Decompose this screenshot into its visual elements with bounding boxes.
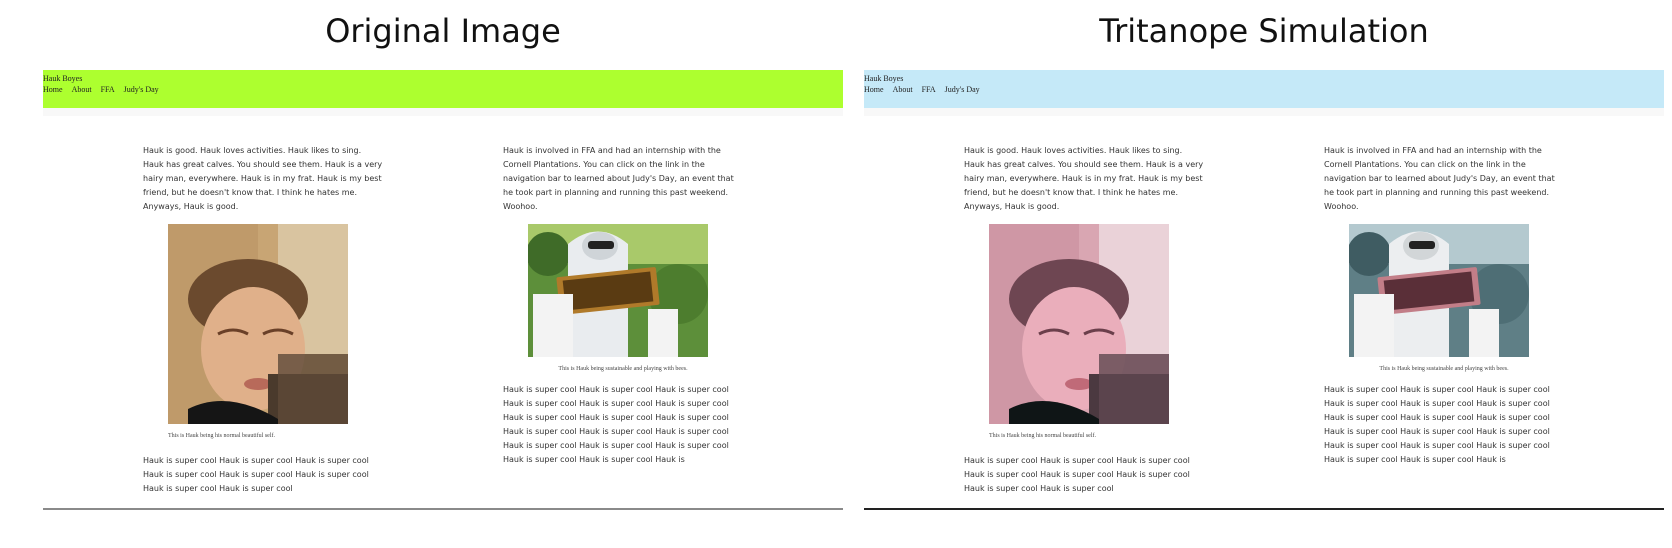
tritanope-panel: Hauk Boyes Home About FFA Judy's Day Hauk i… (864, 70, 1664, 510)
left-column: Hauk is good. Hauk loves activities. Hau… (964, 144, 1204, 496)
site-header: Hauk Boyes Home About FFA Judy's Day (43, 70, 843, 108)
site-brand[interactable]: Hauk Boyes (43, 73, 843, 84)
original-image-heading: Original Image (325, 12, 561, 50)
nav-home-link[interactable]: Home (864, 85, 884, 94)
nav-judys-day-link[interactable]: Judy's Day (945, 85, 980, 94)
nav-ffa-link[interactable]: FFA (101, 85, 115, 94)
header-band (864, 108, 1664, 116)
intro-text: Hauk is good. Hauk loves activities. Hau… (143, 146, 383, 211)
portrait-photo (168, 224, 383, 429)
nav-about-link[interactable]: About (72, 85, 92, 94)
portrait-image (989, 224, 1169, 424)
right-column: Hauk is involved in FFA and had an inter… (503, 144, 743, 467)
intro-text: Hauk is good. Hauk loves activities. Hau… (964, 146, 1204, 211)
beekeeping-caption: This is Hauk being sustainable and playi… (558, 366, 688, 372)
beekeeping-image (1347, 224, 1529, 357)
beekeeping-photo (1347, 224, 1564, 362)
portrait-photo (989, 224, 1204, 429)
portrait-caption: This is Hauk being his normal beautiful … (168, 433, 275, 439)
left-column: Hauk is good. Hauk loves activities. Hau… (143, 144, 383, 496)
more-text: Hauk is super cool Hauk is super cool Ha… (143, 456, 369, 493)
nav-judys-day-link[interactable]: Judy's Day (124, 85, 159, 94)
beekeeping-caption: This is Hauk being sustainable and playi… (1379, 366, 1509, 372)
more-text: Hauk is super cool Hauk is super cool Ha… (964, 456, 1190, 493)
beekeeping-image (526, 224, 708, 357)
more-text: Hauk is super cool Hauk is super cool Ha… (503, 385, 729, 464)
portrait-image (168, 224, 348, 424)
nav-home-link[interactable]: Home (43, 85, 63, 94)
right-column: Hauk is involved in FFA and had an inter… (1324, 144, 1564, 467)
portrait-caption: This is Hauk being his normal beautiful … (989, 433, 1096, 439)
intro-text: Hauk is involved in FFA and had an inter… (1324, 146, 1555, 211)
intro-text: Hauk is involved in FFA and had an inter… (503, 146, 734, 211)
nav-about-link[interactable]: About (893, 85, 913, 94)
original-panel: Hauk Boyes Home About FFA Judy's Day Hauk i… (43, 70, 843, 510)
site-brand[interactable]: Hauk Boyes (864, 73, 1664, 84)
site-nav: Home About FFA Judy's Day (864, 84, 1664, 95)
more-text: Hauk is super cool Hauk is super cool Ha… (1324, 385, 1550, 464)
site-nav: Home About FFA Judy's Day (43, 84, 843, 95)
header-band (43, 108, 843, 116)
site-header: Hauk Boyes Home About FFA Judy's Day (864, 70, 1664, 108)
beekeeping-photo (526, 224, 743, 362)
tritanope-simulation-heading: Tritanope Simulation (1099, 12, 1429, 50)
nav-ffa-link[interactable]: FFA (922, 85, 936, 94)
